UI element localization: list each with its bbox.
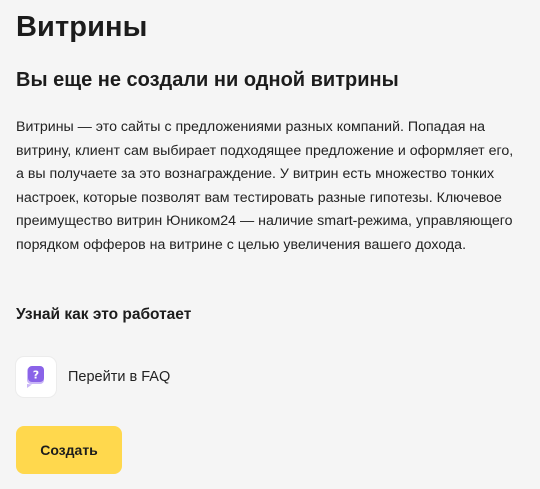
faq-link[interactable]: ? Перейти в FAQ bbox=[16, 357, 170, 397]
page-title: Витрины bbox=[16, 11, 148, 43]
empty-state-description: Витрины — это сайты с предложениями разн… bbox=[16, 119, 514, 253]
create-button[interactable]: Создать bbox=[16, 426, 122, 474]
question-chat-icon: ? bbox=[16, 357, 56, 397]
question-mark-glyph: ? bbox=[33, 369, 39, 382]
faq-link-label: Перейти в FAQ bbox=[68, 369, 171, 385]
how-it-works-heading: Узнай как это работает bbox=[16, 306, 192, 323]
empty-state-heading: Вы еще не создали ни одной витрины bbox=[16, 69, 399, 91]
